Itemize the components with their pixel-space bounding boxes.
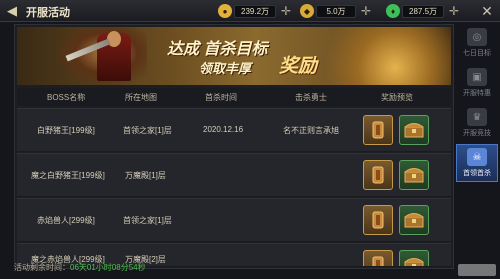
currency-gold-value: 239.2万 [234, 4, 277, 18]
currency-ingot-value: 5.0万 [316, 4, 356, 18]
treasure-chest-icon [404, 213, 424, 228]
boss-map: 首领之家[1]层 [123, 126, 172, 135]
tab-boss-first-kill[interactable]: ☠ 首领首杀 [456, 144, 498, 182]
reward-chest-slot[interactable] [399, 115, 429, 145]
reward-chest-slot[interactable] [399, 205, 429, 235]
close-icon[interactable]: ✕ [478, 2, 496, 20]
reward-item-slot[interactable] [363, 115, 393, 145]
table-row: 赤焰兽人[299级] 首领之家[1]层 [17, 198, 451, 242]
equipment-icon [372, 256, 384, 266]
tab-label: 开服特惠 [463, 90, 491, 97]
currency-gold: ● 239.2万 ✛ [218, 3, 292, 19]
boss-map: 首领之家[1]层 [123, 216, 172, 225]
currency-gem-value: 287.5万 [402, 4, 445, 18]
reward-chest-slot[interactable] [399, 250, 429, 266]
tab-seven-day-goal[interactable]: ◎ 七日目标 [456, 24, 498, 62]
tab-label: 首领首杀 [463, 170, 491, 177]
warrior-art [57, 27, 147, 85]
treasure-chest-icon [404, 168, 424, 183]
green-gem-icon: ♦ [386, 4, 400, 18]
first-kill-time: 2020.12.16 [203, 125, 244, 134]
equipment-icon [372, 166, 384, 184]
table-header: BOSS名称 所在地图 首杀时间 击杀勇士 奖励预览 [17, 88, 451, 106]
banner-subline: 领取丰厚 [199, 61, 252, 76]
boss-icon: ☠ [467, 148, 487, 166]
col-first-kill-time: 首杀时间 [205, 92, 237, 102]
banner-headline: 达成 首杀目标 [167, 41, 268, 58]
boss-name: 白野猪王[199级] [37, 126, 95, 135]
trophy-icon: ♛ [467, 108, 487, 126]
equipment-icon [372, 211, 384, 229]
boss-name: 赤焰兽人[299级] [37, 216, 95, 225]
tab-opening-arena[interactable]: ♛ 开服竞技 [456, 104, 498, 142]
table-row: 白野猪王[199级] 首领之家[1]层 2020.12.16 名不正则言承旭 [17, 108, 451, 152]
countdown-label: 活动剩余时间： [14, 263, 70, 272]
killer-name: 名不正则言承旭 [283, 126, 339, 135]
currency-gem: ♦ 287.5万 ✛ [386, 3, 460, 19]
event-banner: 达成 首杀目标 领取丰厚 奖励 [17, 27, 451, 85]
boss-name: 魔之白野猪王[199级] [31, 171, 105, 180]
reward-item-slot[interactable] [363, 250, 393, 266]
col-killer: 击杀勇士 [295, 92, 327, 102]
reward-item-slot[interactable] [363, 205, 393, 235]
add-gem-icon[interactable]: ✛ [448, 5, 460, 17]
add-gold-icon[interactable]: ✛ [280, 5, 292, 17]
gift-icon: ▣ [467, 68, 487, 86]
watermark [458, 264, 496, 276]
treasure-chest-icon [404, 123, 424, 138]
col-reward-preview: 奖励预览 [381, 92, 413, 102]
currency-ingot: ◆ 5.0万 ✛ [300, 3, 372, 19]
boss-map: 万魔殿[1]层 [125, 171, 166, 180]
page-title: 开服活动 [26, 7, 70, 19]
gold-coin-icon: ● [218, 4, 232, 18]
countdown-value: 06天01小时08分54秒 [70, 263, 146, 272]
back-arrow-icon[interactable]: ◀ [3, 2, 21, 20]
equipment-icon [372, 121, 384, 139]
col-map: 所在地图 [125, 92, 157, 102]
banner-reward-text: 奖励 [279, 56, 318, 77]
table-row: 魔之白野猪王[199级] 万魔殿[1]层 [17, 153, 451, 197]
gold-ingot-icon: ◆ [300, 4, 314, 18]
tab-label: 开服竞技 [463, 130, 491, 137]
event-countdown: 活动剩余时间：06天01小时08分54秒 [14, 262, 146, 273]
event-panel: 达成 首杀目标 领取丰厚 奖励 BOSS名称 所在地图 首杀时间 击杀勇士 奖励… [14, 24, 454, 269]
tab-label: 七日目标 [463, 50, 491, 57]
treasure-chest-icon [404, 258, 424, 266]
treasure-art [311, 27, 451, 85]
col-boss-name: BOSS名称 [47, 92, 86, 102]
add-ingot-icon[interactable]: ✛ [360, 5, 372, 17]
tab-opening-sale[interactable]: ▣ 开服特惠 [456, 64, 498, 102]
side-nav: ◎ 七日目标 ▣ 开服特惠 ♛ 开服竞技 ☠ 首领首杀 [456, 24, 498, 184]
reward-item-slot[interactable] [363, 160, 393, 190]
target-icon: ◎ [467, 28, 487, 46]
reward-chest-slot[interactable] [399, 160, 429, 190]
top-bar: ◀ 开服活动 ● 239.2万 ✛ ◆ 5.0万 ✛ ♦ 287.5万 ✛ ✕ [0, 0, 500, 22]
